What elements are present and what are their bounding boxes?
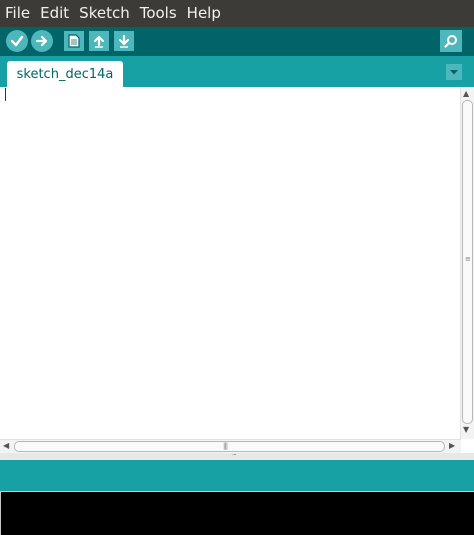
status-bar: [0, 460, 474, 491]
tab-bar: sketch_dec14a: [0, 56, 474, 87]
save-button[interactable]: [114, 31, 134, 51]
scroll-down-icon[interactable]: ▼: [463, 425, 469, 435]
grip-icon: |||: [223, 442, 228, 450]
menu-tools[interactable]: Tools: [135, 0, 182, 27]
verify-button[interactable]: [6, 30, 28, 52]
horizontal-scroll-thumb[interactable]: |||: [14, 441, 445, 452]
scroll-right-icon[interactable]: ▶: [449, 441, 455, 451]
arrow-right-icon: [35, 35, 48, 47]
console-output[interactable]: [0, 491, 474, 535]
open-button[interactable]: [89, 31, 109, 51]
tab-menu-button[interactable]: [446, 64, 462, 80]
pane-divider[interactable]: ···: [0, 451, 474, 460]
toolbar: [0, 27, 474, 56]
vertical-scrollbar[interactable]: ▲ ≡ ▼: [460, 87, 474, 439]
checkmark-icon: [10, 35, 24, 47]
grip-icon: ≡: [465, 255, 471, 263]
code-editor[interactable]: ▲ ≡ ▼ ◀ ||| ▶: [0, 87, 474, 453]
arrow-up-icon: [93, 35, 105, 48]
horizontal-scrollbar[interactable]: ◀ ||| ▶: [0, 439, 461, 453]
new-button[interactable]: [64, 31, 84, 51]
chevron-down-icon: [450, 70, 458, 75]
vertical-scroll-thumb[interactable]: ≡: [462, 100, 473, 424]
scroll-up-icon[interactable]: ▲: [463, 89, 469, 99]
scroll-left-icon[interactable]: ◀: [3, 441, 9, 451]
menu-edit[interactable]: Edit: [35, 0, 74, 27]
grip-icon: ···: [232, 451, 237, 459]
text-caret: [5, 88, 6, 101]
magnifier-icon: [444, 35, 457, 48]
menu-sketch[interactable]: Sketch: [74, 0, 135, 27]
menu-help[interactable]: Help: [182, 0, 226, 27]
menubar: File Edit Sketch Tools Help: [0, 0, 474, 27]
tab-sketch[interactable]: sketch_dec14a: [7, 61, 123, 87]
menu-file[interactable]: File: [0, 0, 35, 27]
arrow-down-icon: [118, 34, 130, 48]
new-file-icon: [68, 34, 80, 48]
upload-button[interactable]: [31, 30, 53, 52]
serial-monitor-button[interactable]: [440, 30, 462, 52]
